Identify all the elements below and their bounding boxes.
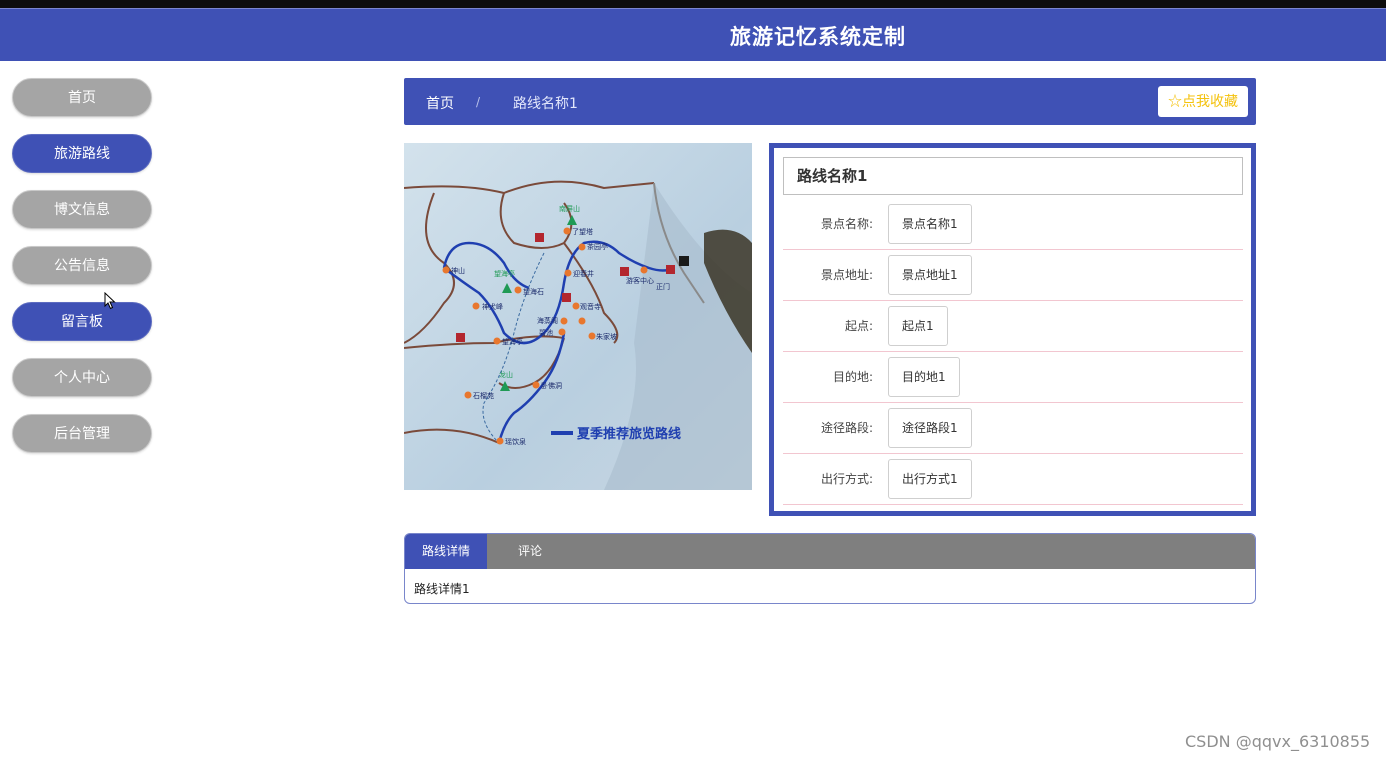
svg-text:龙山: 龙山 <box>499 370 513 379</box>
star-outline-icon: ☆ <box>1168 93 1182 109</box>
svg-text:神犬峰: 神犬峰 <box>482 302 503 311</box>
detail-value: 途径路段1 <box>888 408 972 448</box>
sidebar-item-message-board[interactable]: 留言板 <box>12 302 152 341</box>
breadcrumb-current: 路线名称1 <box>513 96 578 112</box>
detail-row-travel-mode: 出行方式: 出行方式1 <box>783 454 1243 505</box>
tab-comments[interactable]: 评论 <box>500 534 560 569</box>
svg-text:正门: 正门 <box>656 282 670 291</box>
svg-text:朱家坡: 朱家坡 <box>596 332 617 341</box>
detail-label: 出行方式: <box>820 472 873 486</box>
tab-bar: 路线详情 评论 <box>405 534 1255 569</box>
tab-route-details[interactable]: 路线详情 <box>405 534 487 569</box>
svg-text:茶园亭: 茶园亭 <box>587 242 608 251</box>
route-name: 路线名称1 <box>783 157 1243 195</box>
detail-label: 途径路段: <box>820 421 873 435</box>
detail-row-scenic-name: 景点名称: 景点名称1 <box>783 199 1243 250</box>
svg-text:石榴苑: 石榴苑 <box>473 391 494 400</box>
svg-text:海蒸阁: 海蒸阁 <box>537 316 558 325</box>
detail-row-destination: 目的地: 目的地1 <box>783 352 1243 403</box>
detail-value: 出行方式1 <box>888 459 972 499</box>
sidebar-item-routes[interactable]: 旅游路线 <box>12 134 152 173</box>
sidebar-item-announcements[interactable]: 公告信息 <box>12 246 152 285</box>
watermark: CSDN @qqvx_6310855 <box>1185 732 1371 751</box>
svg-text:神山: 神山 <box>451 266 465 275</box>
sidebar-item-admin[interactable]: 后台管理 <box>12 414 152 453</box>
svg-text:望海石: 望海石 <box>523 287 544 296</box>
breadcrumb: 首页 / 路线名称1 ☆点我收藏 <box>404 78 1256 125</box>
svg-text:南屏山: 南屏山 <box>559 204 580 213</box>
sidebar-item-personal-center[interactable]: 个人中心 <box>12 358 152 397</box>
detail-value: 景点地址1 <box>888 255 972 295</box>
mouse-cursor-icon <box>104 292 116 310</box>
detail-label: 景点地址: <box>820 268 873 282</box>
tab-content: 路线详情1 <box>414 582 470 596</box>
breadcrumb-home-link[interactable]: 首页 <box>426 93 454 113</box>
detail-value: 目的地1 <box>888 357 960 397</box>
route-detail-panel: 路线名称1 景点名称: 景点名称1 景点地址: 景点地址1 起点: 起点1 目的… <box>769 143 1256 516</box>
breadcrumb-separator: / <box>476 95 481 109</box>
svg-text:了望塔: 了望塔 <box>572 227 593 236</box>
detail-label: 起点: <box>844 319 873 333</box>
svg-text:卧佛洞: 卧佛洞 <box>541 381 562 390</box>
window-top-border <box>0 0 1386 8</box>
detail-label: 景点名称: <box>820 217 873 231</box>
detail-label: 目的地: <box>832 370 873 384</box>
sidebar-nav: 首页 旅游路线 博文信息 公告信息 留言板 个人中心 后台管理 <box>12 78 152 470</box>
route-map-image: 南屏山 了望塔 茶园亭 神山 望海亭 望海石 迎春井 游客中心 正门 神犬峰 观音寺 海蒸… <box>404 143 752 490</box>
favorite-button-label: 点我收藏 <box>1182 93 1238 109</box>
svg-text:碧池: 碧池 <box>539 328 553 337</box>
detail-row-start-point: 起点: 起点1 <box>783 301 1243 352</box>
svg-text:望海亭: 望海亭 <box>494 269 515 278</box>
detail-value: 起点1 <box>888 306 948 346</box>
svg-text:瑶饮泉: 瑶饮泉 <box>505 437 526 446</box>
svg-text:游客中心: 游客中心 <box>626 276 654 285</box>
svg-text:观音寺: 观音寺 <box>580 302 601 311</box>
svg-text:望海亭: 望海亭 <box>502 337 523 346</box>
svg-text:迎春井: 迎春井 <box>573 269 594 278</box>
favorite-button[interactable]: ☆点我收藏 <box>1158 86 1248 117</box>
sidebar-item-home[interactable]: 首页 <box>12 78 152 117</box>
map-caption: 夏季推荐旅览路线 <box>576 426 681 442</box>
route-map-graphic: 南屏山 了望塔茶园亭 神山 望海亭 望海石迎春井 游客中心正门 神犬峰 观音寺 海蒸… <box>404 143 752 490</box>
site-header: 旅游记忆系统定制 <box>0 8 1386 61</box>
detail-row-scenic-address: 景点地址: 景点地址1 <box>783 250 1243 301</box>
detail-value: 景点名称1 <box>888 204 972 244</box>
detail-tabs: 路线详情 评论 路线详情1 <box>404 533 1256 604</box>
detail-row-route-segments: 途径路段: 途径路段1 <box>783 403 1243 454</box>
site-title: 旅游记忆系统定制 <box>730 25 906 49</box>
sidebar-item-blog[interactable]: 博文信息 <box>12 190 152 229</box>
